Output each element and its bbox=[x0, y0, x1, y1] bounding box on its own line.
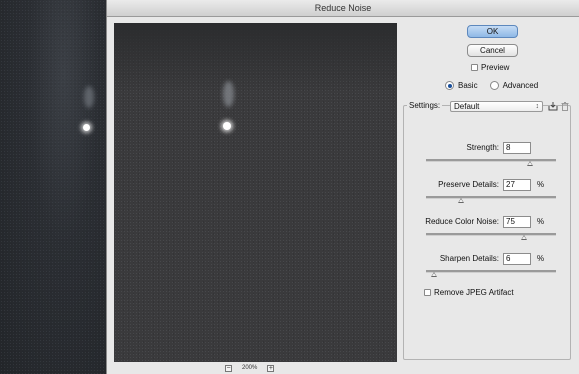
preserve-details-slider-thumb[interactable] bbox=[458, 198, 465, 203]
reduce-color-noise-slider[interactable] bbox=[426, 233, 556, 240]
preserve-details-input[interactable]: 27 bbox=[503, 179, 531, 191]
preserve-details-slider[interactable] bbox=[426, 196, 556, 203]
preserve-details-label: Preserve Details: bbox=[438, 180, 499, 189]
preview-light-glow bbox=[223, 81, 234, 107]
strength-slider-thumb[interactable] bbox=[527, 161, 533, 166]
sharpen-details-input[interactable]: 6 bbox=[503, 253, 531, 265]
background-photo bbox=[0, 0, 106, 374]
remove-jpeg-artifact-label: Remove JPEG Artifact bbox=[434, 288, 514, 297]
advanced-label: Advanced bbox=[502, 81, 539, 90]
strength-slider[interactable] bbox=[426, 159, 556, 166]
preserve-details-unit: % bbox=[537, 180, 545, 189]
preview-shade bbox=[114, 23, 397, 93]
sharpen-details-slider-thumb[interactable] bbox=[430, 272, 437, 277]
bright-light-point bbox=[83, 124, 90, 131]
settings-label: Settings: bbox=[407, 101, 443, 111]
basic-radio[interactable] bbox=[445, 81, 454, 90]
sharpen-details-label: Sharpen Details: bbox=[439, 254, 499, 263]
preview-light-point bbox=[223, 122, 231, 130]
preview-image[interactable] bbox=[114, 23, 397, 362]
settings-selected-value: Default bbox=[454, 102, 480, 111]
trash-icon[interactable] bbox=[561, 102, 569, 111]
sharpen-details-unit: % bbox=[537, 254, 545, 263]
strength-input[interactable]: 8 bbox=[503, 142, 531, 154]
zoom-out-button[interactable]: − bbox=[225, 364, 232, 372]
mode-radio-group: Basic Advanced bbox=[445, 81, 538, 90]
basic-label: Basic bbox=[458, 81, 478, 90]
dropdown-arrows-icon: ↕ bbox=[535, 103, 540, 110]
strength-label: Strength: bbox=[466, 143, 499, 152]
preview-checkbox[interactable] bbox=[471, 64, 478, 71]
light-glow bbox=[84, 86, 94, 108]
sharpen-details-slider[interactable] bbox=[426, 270, 556, 277]
reduce-color-noise-input[interactable]: 75 bbox=[503, 216, 531, 228]
preview-checkbox-row[interactable]: Preview bbox=[471, 63, 509, 72]
reduce-color-noise-slider-thumb[interactable] bbox=[520, 235, 527, 240]
dialog-title: Reduce Noise bbox=[107, 0, 579, 17]
reduce-color-noise-unit: % bbox=[537, 217, 545, 226]
zoom-in-button[interactable]: + bbox=[267, 364, 275, 372]
remove-jpeg-artifact-row[interactable]: Remove JPEG Artifact bbox=[424, 288, 514, 297]
save-preset-icon[interactable] bbox=[548, 102, 558, 111]
reduce-color-noise-label: Reduce Color Noise: bbox=[425, 217, 499, 226]
photo-noise bbox=[0, 0, 106, 374]
ok-button[interactable]: OK bbox=[467, 25, 518, 38]
preview-label: Preview bbox=[481, 63, 510, 72]
settings-dropdown[interactable]: Default ↕ bbox=[450, 101, 543, 112]
cancel-button[interactable]: Cancel bbox=[467, 44, 518, 57]
advanced-radio[interactable] bbox=[489, 81, 499, 90]
zoom-level: 200% bbox=[242, 365, 258, 371]
reduce-noise-dialog: Reduce Noise − 200% + OK Cancel Preview … bbox=[106, 0, 579, 374]
remove-jpeg-artifact-checkbox[interactable] bbox=[424, 289, 431, 296]
zoom-controls: − 200% + bbox=[225, 362, 275, 374]
